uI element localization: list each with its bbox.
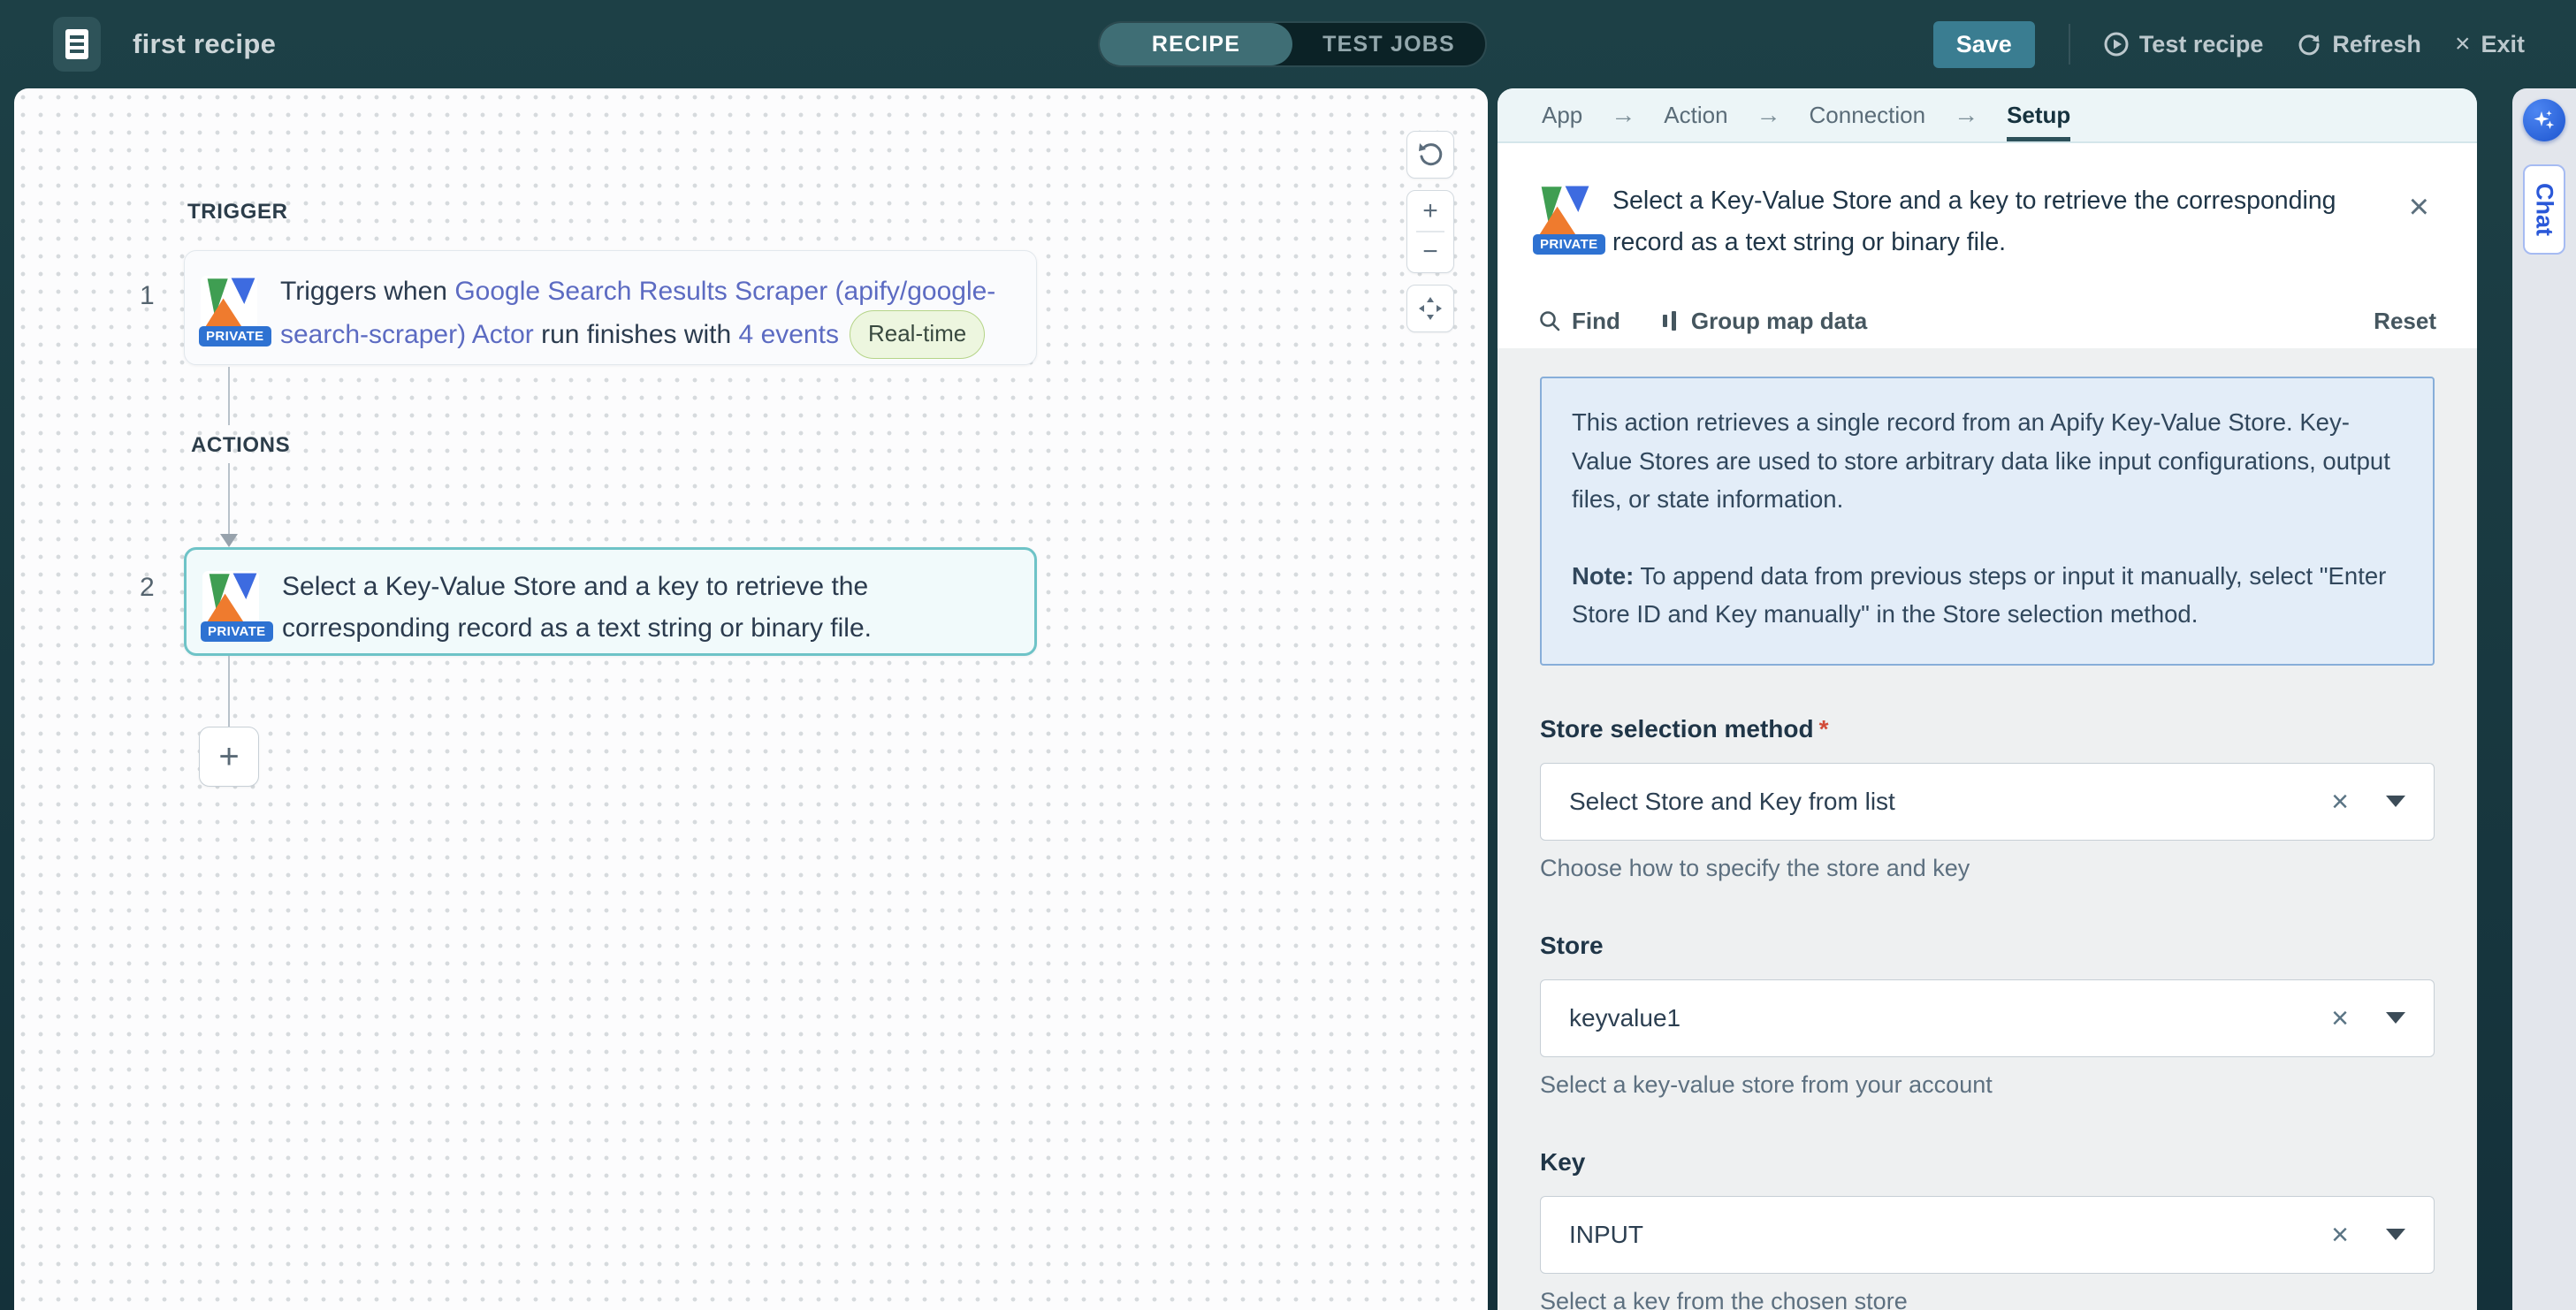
store-selection-method-label: Store selection method* <box>1540 715 2435 743</box>
store-select[interactable]: keyvalue1 × <box>1540 979 2435 1057</box>
chevron-down-icon[interactable] <box>2386 796 2405 807</box>
realtime-badge: Real-time <box>850 310 985 359</box>
required-asterisk: * <box>1819 715 1829 743</box>
store-selection-method-select[interactable]: Select Store and Key from list × <box>1540 763 2435 841</box>
store-helper: Select a key-value store from your accou… <box>1540 1071 2435 1099</box>
private-badge: PRIVATE <box>1533 234 1605 255</box>
store-label: Store <box>1540 932 2435 960</box>
tab-test-jobs[interactable]: TEST JOBS <box>1292 23 1485 65</box>
chevron-down-icon[interactable] <box>2386 1229 2405 1240</box>
connector-line <box>228 656 230 727</box>
apify-logo: PRIVATE <box>1535 184 1591 240</box>
zoom-out-button[interactable]: − <box>1407 232 1453 272</box>
clear-icon[interactable]: × <box>2331 1003 2349 1033</box>
panel-header: PRIVATE Select a Key-Value Store and a k… <box>1498 143 2477 293</box>
store-selection-method-helper: Choose how to specify the store and key <box>1540 855 2435 882</box>
refresh-button[interactable]: Refresh <box>2297 31 2421 58</box>
add-step-button[interactable]: + <box>199 727 259 787</box>
action-step-card[interactable]: PRIVATE Select a Key-Value Store and a k… <box>184 547 1037 656</box>
find-button[interactable]: Find <box>1538 308 1620 335</box>
fit-view-icon <box>1417 295 1444 322</box>
trigger-section-label: TRIGGER <box>187 200 288 225</box>
trigger-step-description: Triggers when Google Search Results Scra… <box>257 251 1036 364</box>
exit-button[interactable]: × Exit <box>2455 29 2525 59</box>
breadcrumb-app[interactable]: App <box>1542 88 1582 141</box>
select-value: INPUT <box>1569 1221 1643 1249</box>
tab-recipe[interactable]: RECIPE <box>1100 23 1292 65</box>
key-helper: Select a key from the chosen store <box>1540 1288 2435 1310</box>
reset-button[interactable]: Reset <box>2374 308 2436 335</box>
close-icon: × <box>2455 29 2471 59</box>
action-step-description: Select a Key-Value Store and a key to re… <box>259 550 1034 653</box>
select-value: keyvalue1 <box>1569 1004 1680 1032</box>
topbar: first recipe RECIPE TEST JOBS Save Test … <box>0 0 2576 88</box>
private-badge: PRIVATE <box>201 621 273 642</box>
apify-logo: PRIVATE <box>202 571 259 628</box>
step-number-2: 2 <box>140 573 155 603</box>
recipe-document-icon <box>53 17 101 72</box>
trigger-step-card[interactable]: PRIVATE Triggers when Google Search Resu… <box>184 250 1037 365</box>
ai-assistant-button[interactable] <box>2523 99 2565 141</box>
chevron-down-icon[interactable] <box>2386 1012 2405 1024</box>
minus-icon: − <box>1422 237 1438 267</box>
events-link[interactable]: 4 events <box>739 320 839 349</box>
group-map-data-button[interactable]: Group map data <box>1661 308 1867 335</box>
topbar-divider <box>2069 24 2070 65</box>
close-panel-icon[interactable]: × <box>2409 189 2429 225</box>
action-info-box: This action retrieves a single record fr… <box>1540 377 2435 666</box>
right-rail: Chat <box>2512 88 2576 1310</box>
breadcrumb-arrow-icon: → <box>1757 88 1781 141</box>
save-button[interactable]: Save <box>1933 21 2035 68</box>
config-panel: App → Action → Connection → Setup PRIVAT… <box>1498 88 2477 1310</box>
sparkles-icon <box>2532 108 2557 133</box>
reset-view-button[interactable] <box>1406 131 1454 179</box>
actions-section-label: ACTIONS <box>191 433 290 458</box>
plus-icon: + <box>218 737 239 777</box>
apify-logo: PRIVATE <box>201 276 257 332</box>
search-icon <box>1538 309 1561 332</box>
zoom-buttons: + − <box>1406 190 1454 273</box>
clear-icon[interactable]: × <box>2331 787 2349 817</box>
play-circle-icon <box>2104 32 2129 57</box>
key-label: Key <box>1540 1148 2435 1177</box>
plus-icon: + <box>1422 196 1438 226</box>
breadcrumb-setup[interactable]: Setup <box>2007 88 2070 141</box>
connector-line <box>228 463 230 534</box>
private-badge: PRIVATE <box>199 326 271 347</box>
canvas-zoom-controls: + − <box>1406 131 1454 332</box>
connector-arrowhead <box>220 534 238 547</box>
recipe-title: first recipe <box>133 28 276 60</box>
step-number-1: 1 <box>140 281 155 311</box>
breadcrumb-action[interactable]: Action <box>1664 88 1727 141</box>
zoom-in-button[interactable]: + <box>1407 191 1453 231</box>
panel-toolbar: Find Group map data Reset <box>1498 293 2477 348</box>
breadcrumb-arrow-icon: → <box>1954 88 1978 141</box>
breadcrumb: App → Action → Connection → Setup <box>1498 88 2477 143</box>
clear-icon[interactable]: × <box>2331 1220 2349 1250</box>
test-recipe-button[interactable]: Test recipe <box>2104 31 2264 58</box>
refresh-icon <box>2297 32 2321 57</box>
recipe-canvas: TRIGGER 1 PRIVATE Triggers when Google S… <box>14 88 1488 1310</box>
connector-line <box>228 367 230 425</box>
panel-title: Select a Key-Value Store and a key to re… <box>1612 180 2380 263</box>
group-map-data-icon <box>1661 309 1680 332</box>
recipe-testjobs-toggle: RECIPE TEST JOBS <box>1098 21 1487 67</box>
breadcrumb-arrow-icon: → <box>1611 88 1635 141</box>
fit-view-button[interactable] <box>1406 285 1454 332</box>
reset-view-icon <box>1417 141 1444 168</box>
info-paragraph: This action retrieves a single record fr… <box>1572 403 2403 519</box>
chat-tab[interactable]: Chat <box>2523 164 2565 255</box>
info-note: Note: To append data from previous steps… <box>1572 557 2403 634</box>
key-select[interactable]: INPUT × <box>1540 1196 2435 1274</box>
select-value: Select Store and Key from list <box>1569 788 1895 816</box>
setup-form: This action retrieves a single record fr… <box>1498 348 2477 1310</box>
breadcrumb-connection[interactable]: Connection <box>1810 88 1926 141</box>
